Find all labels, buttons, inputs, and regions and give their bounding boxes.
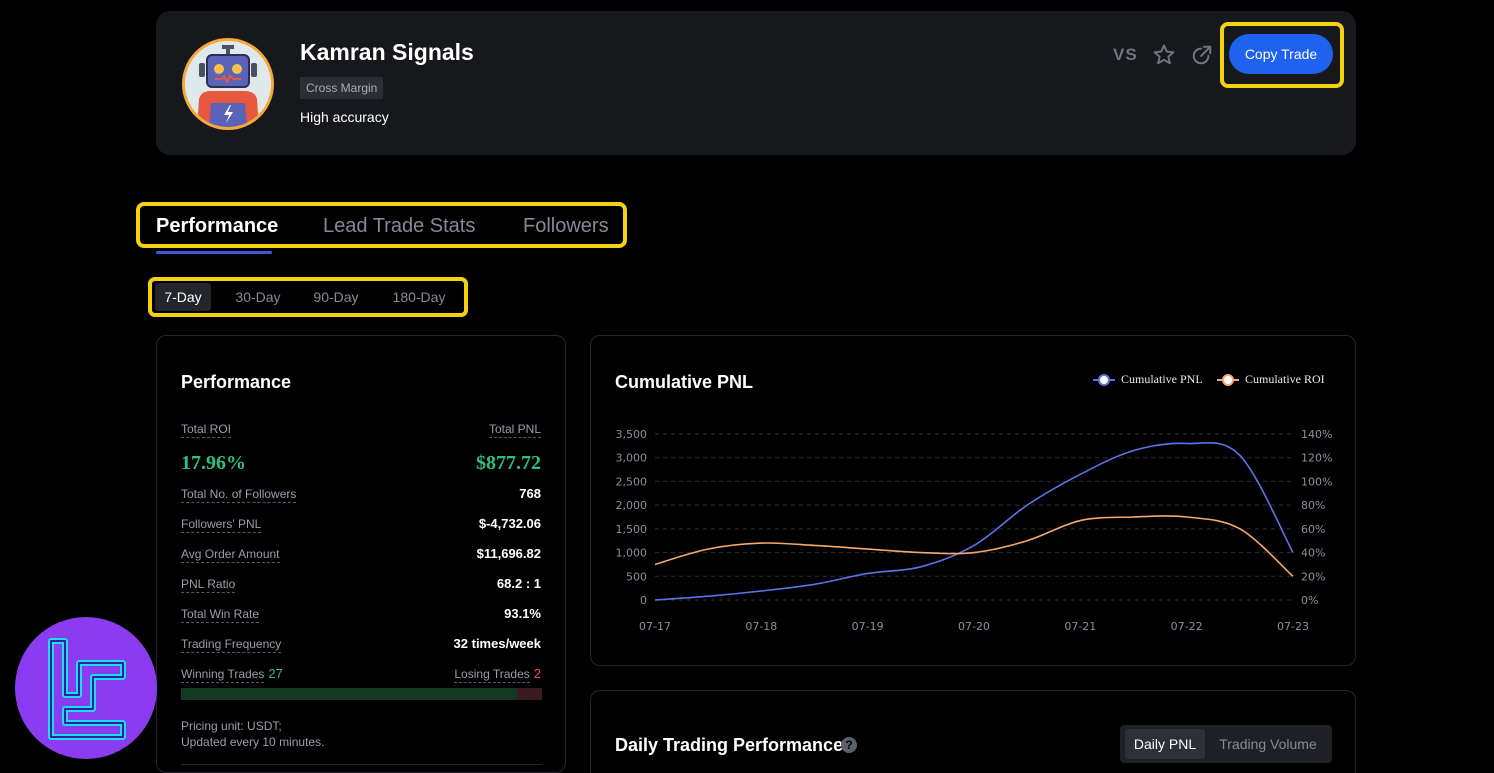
trader-avatar[interactable] — [182, 38, 274, 130]
daily-toggle-group: Daily PNL Trading Volume — [1120, 725, 1332, 763]
tab-followers[interactable]: Followers — [523, 215, 609, 238]
avg-order-value: $11,696.82 — [476, 546, 541, 561]
followers-pnl-value: $-4,732.06 — [478, 516, 541, 531]
y-right-tick-label: 120% — [1301, 452, 1332, 465]
y-left-tick-label: 1,000 — [616, 547, 648, 560]
y-right-tick-label: 140% — [1301, 428, 1332, 441]
pricing-note: Pricing unit: USDT; Updated every 10 min… — [181, 718, 324, 750]
total-pnl-value: $877.72 — [476, 452, 541, 474]
win-loss-bar — [181, 688, 542, 700]
external-share-icon[interactable] — [1191, 44, 1213, 66]
performance-divider — [181, 764, 542, 765]
followers-pnl-label[interactable]: Followers' PNL — [181, 517, 262, 533]
y-right-tick-label: 60% — [1301, 523, 1325, 536]
losing-trades-value: 2 — [533, 666, 541, 681]
cumulative-pnl-chart[interactable]: 0 500 1,000 1,500 2,000 2,500 3,000 3,500 0% 20% 4… — [591, 336, 1357, 667]
x-tick-label: 07-17 — [639, 620, 671, 633]
performance-title: Performance — [181, 372, 292, 392]
compare-vs-button[interactable]: VS — [1113, 45, 1138, 65]
active-tab-indicator — [156, 251, 272, 254]
help-icon[interactable]: ? — [841, 737, 857, 753]
x-tick-label: 07-18 — [745, 620, 777, 633]
pnl-ratio-value: 68.2 : 1 — [496, 576, 541, 591]
x-tick-label: 07-20 — [958, 620, 990, 633]
range-180-day[interactable]: 180-Day — [383, 283, 455, 311]
y-right-tick-label: 100% — [1301, 475, 1332, 488]
cumulative-pnl-line — [654, 441, 1294, 601]
trading-frequency-label[interactable]: Trading Frequency — [181, 637, 282, 653]
y-left-tick-label: 0 — [640, 594, 647, 607]
win-rate-label[interactable]: Total Win Rate — [181, 607, 260, 623]
win-rate-value: 93.1% — [504, 606, 541, 621]
y-left-tick-label: 500 — [626, 570, 647, 583]
tab-performance[interactable]: Performance — [156, 215, 278, 238]
y-left-tick-label: 2,000 — [616, 499, 648, 512]
x-tick-label: 07-19 — [852, 620, 884, 633]
y-left-tick-label: 3,000 — [616, 452, 648, 465]
x-tick-label: 07-21 — [1064, 620, 1096, 633]
star-icon[interactable] — [1152, 43, 1176, 67]
cumulative-pnl-card: Cumulative PNL Cumulative PNL Cumulative… — [590, 335, 1356, 666]
tc-monogram-logo — [15, 617, 157, 759]
total-pnl-label[interactable]: Total PNL — [488, 422, 541, 438]
daily-trading-card: Daily Trading Performance ? Daily PNL Tr… — [590, 690, 1356, 773]
x-tick-label: 07-23 — [1277, 620, 1309, 633]
y-left-tick-label: 3,500 — [616, 428, 648, 441]
losing-trades-label[interactable]: Losing Trades — [454, 667, 530, 683]
margin-mode-badge: Cross Margin — [300, 77, 384, 99]
range-30-day[interactable]: 30-Day — [226, 283, 290, 311]
range-90-day[interactable]: 90-Day — [304, 283, 368, 311]
losing-trades-group: Losing Trades 2 — [454, 666, 541, 683]
y-right-tick-label: 40% — [1301, 547, 1325, 560]
win-loss-bar-fill — [181, 688, 518, 700]
trader-description: High accuracy — [300, 109, 389, 125]
pricing-unit-text: Pricing unit: USDT; — [181, 719, 282, 733]
winning-trades-label[interactable]: Winning Trades — [181, 667, 265, 683]
y-right-tick-label: 80% — [1301, 499, 1325, 512]
tc-monogram-icon — [48, 638, 126, 740]
tab-lead-trade-stats[interactable]: Lead Trade Stats — [323, 215, 475, 238]
trader-name: Kamran Signals — [300, 39, 474, 65]
toggle-trading-volume[interactable]: Trading Volume — [1210, 729, 1326, 759]
pnl-ratio-label[interactable]: PNL Ratio — [181, 577, 236, 593]
winning-trades-value: 27 — [268, 666, 283, 681]
total-roi-value: 17.96% — [181, 452, 246, 474]
trader-header-card: Kamran Signals Cross Margin High accurac… — [156, 11, 1356, 155]
x-tick-label: 07-22 — [1171, 620, 1203, 633]
followers-count-value: 768 — [519, 486, 541, 501]
range-7-day[interactable]: 7-Day — [155, 283, 211, 311]
y-left-tick-label: 2,500 — [616, 475, 648, 488]
winning-trades-group: Winning Trades 27 — [181, 666, 283, 683]
performance-card: Performance Total ROI Total PNL 17.96% $… — [156, 335, 566, 773]
trading-frequency-value: 32 times/week — [453, 636, 541, 651]
robot-avatar-icon — [185, 41, 271, 127]
followers-count-label[interactable]: Total No. of Followers — [181, 487, 297, 503]
avg-order-label[interactable]: Avg Order Amount — [181, 547, 280, 563]
y-right-tick-label: 20% — [1301, 570, 1325, 583]
total-roi-label[interactable]: Total ROI — [181, 422, 232, 438]
daily-trading-title: Daily Trading Performance — [615, 735, 844, 755]
toggle-daily-pnl[interactable]: Daily PNL — [1125, 729, 1205, 759]
y-left-tick-label: 1,500 — [616, 523, 648, 536]
y-right-tick-label: 0% — [1301, 594, 1318, 607]
copy-trade-button[interactable]: Copy Trade — [1229, 34, 1333, 74]
update-frequency-text: Updated every 10 minutes. — [181, 735, 325, 749]
